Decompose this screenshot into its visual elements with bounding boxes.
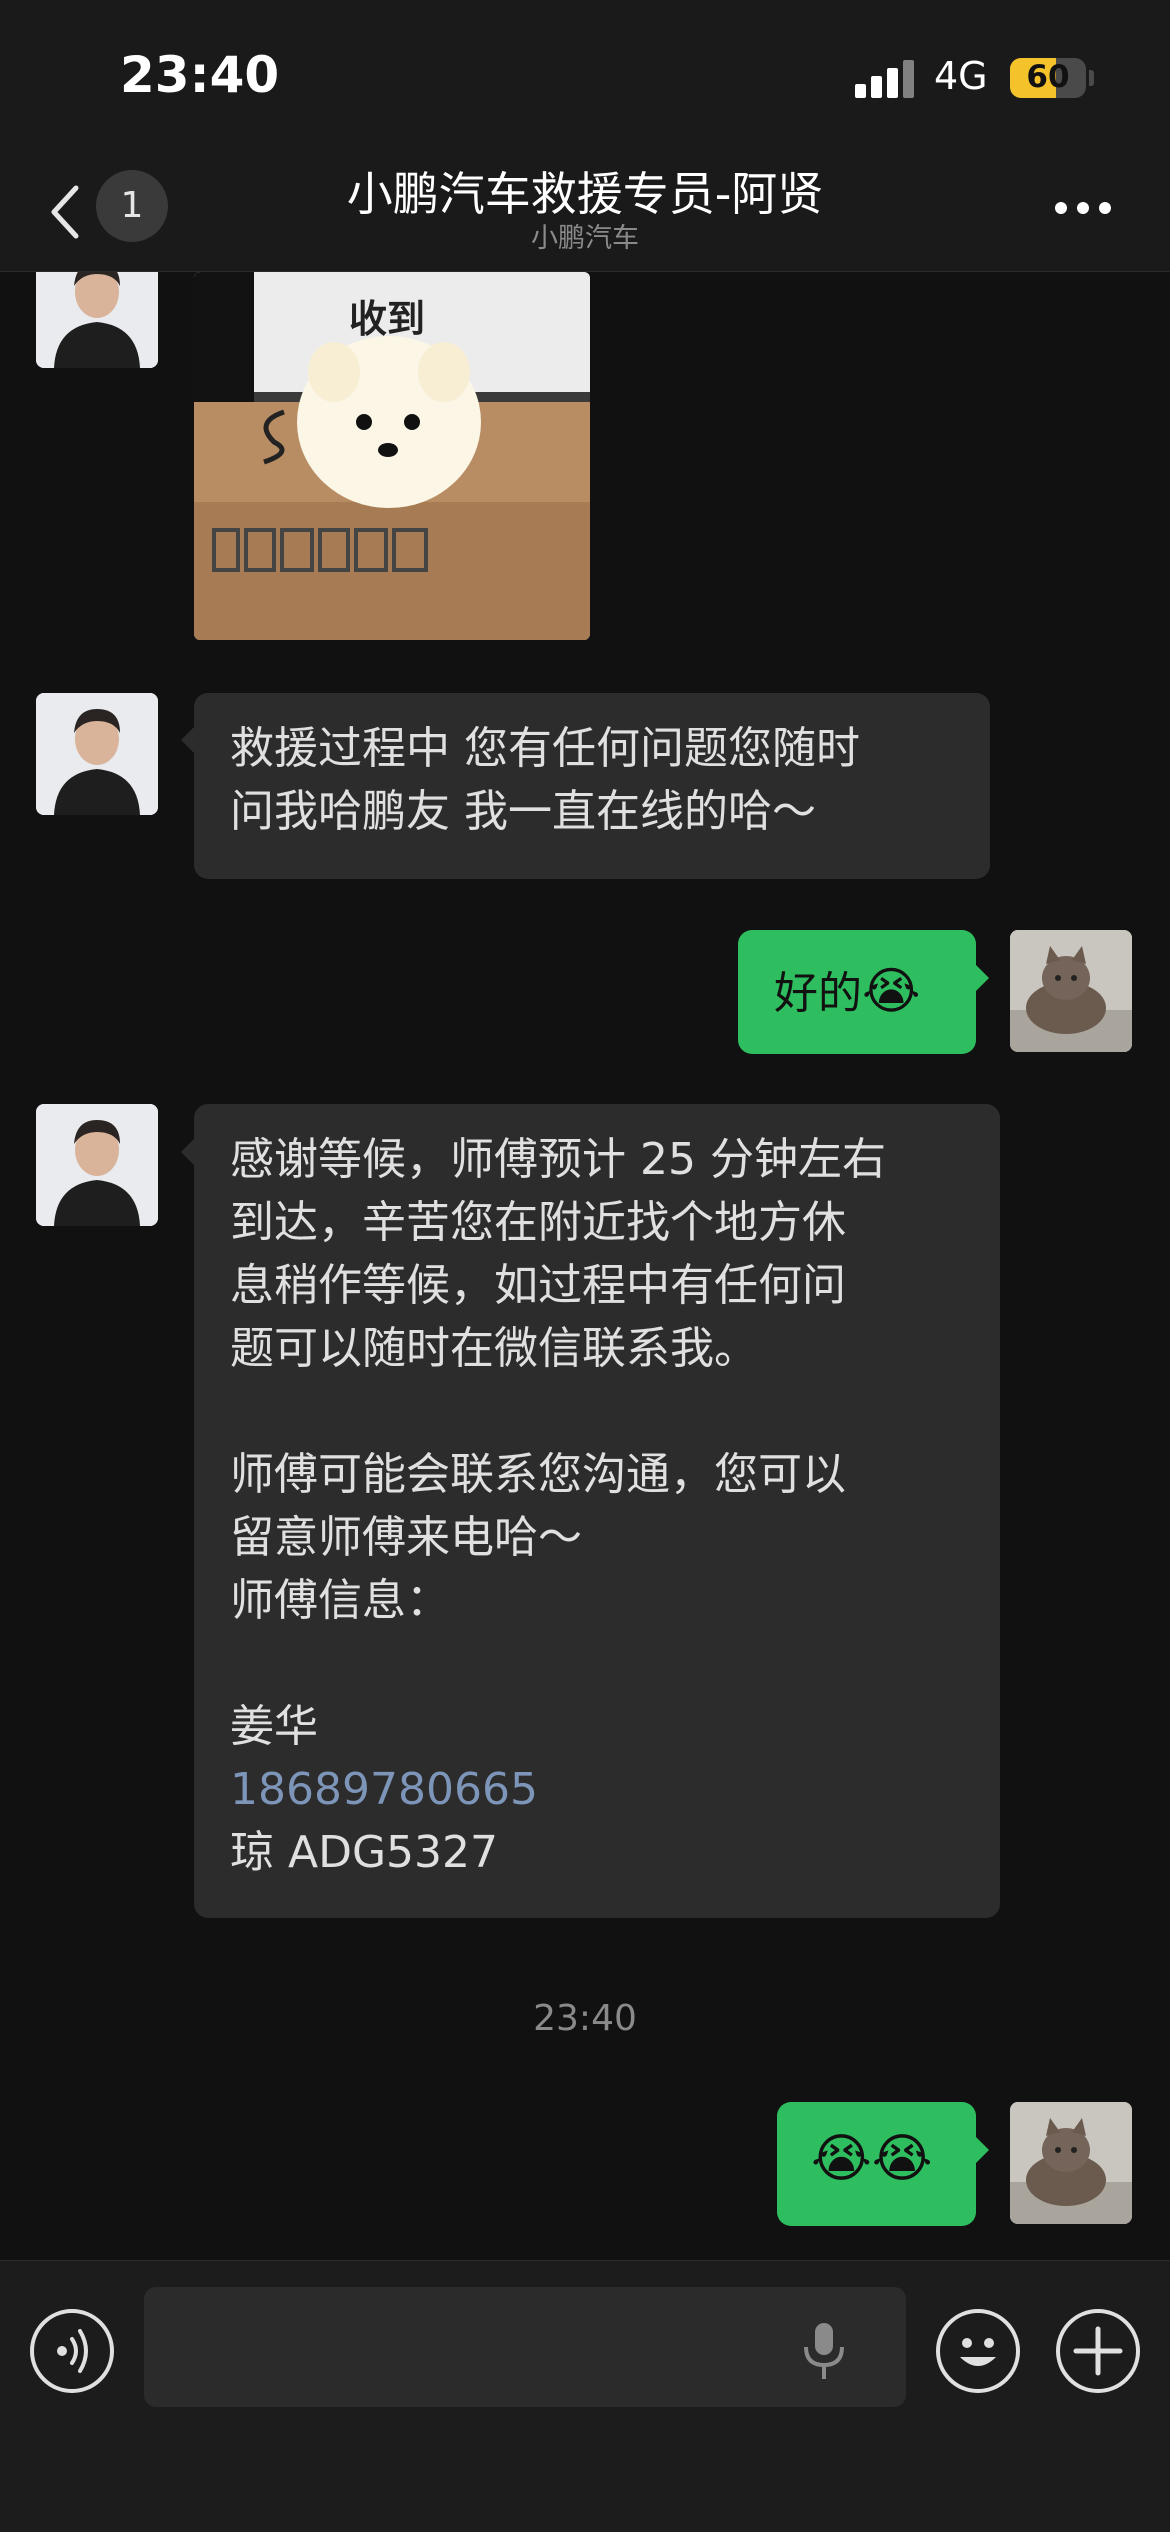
person-avatar-image — [36, 1104, 158, 1226]
phone-number-link[interactable]: 18689780665 — [230, 1758, 964, 1821]
sticker-caption: 收到 — [349, 297, 425, 341]
plus-icon[interactable] — [1056, 2309, 1140, 2393]
agent-avatar[interactable] — [36, 693, 158, 815]
chat-header: 1 小鹏汽车救援专员-阿贤 小鹏汽车 — [0, 150, 1170, 272]
message-text: 师傅信息： — [230, 1575, 450, 1626]
message-text: 救援过程中 您有任何问题您随时 — [230, 723, 860, 774]
my-avatar[interactable] — [1010, 2102, 1132, 2224]
message-text — [230, 1380, 964, 1443]
status-time: 23:40 — [120, 46, 280, 104]
mic-icon[interactable] — [796, 2319, 852, 2383]
message-input[interactable] — [144, 2287, 906, 2407]
voice-icon[interactable] — [30, 2309, 114, 2393]
voice-wave-icon — [57, 2329, 88, 2373]
message-text: 题可以随时在微信联系我。 — [230, 1323, 758, 1374]
my-avatar[interactable] — [1010, 930, 1132, 1052]
network-type: 4G — [934, 54, 988, 98]
bubble-tail — [975, 2136, 989, 2164]
message-text: 姜华 — [230, 1701, 318, 1752]
message-text: 息稍作等候，如过程中有任何问 — [230, 1260, 846, 1311]
emoji-icon[interactable] — [936, 2309, 1020, 2393]
bubble-tail — [181, 726, 195, 754]
battery-level: 60 — [1026, 59, 1070, 95]
crying-emoji: 😭 — [862, 962, 921, 1020]
message-timestamp: 23:40 — [533, 1998, 637, 2039]
input-bar — [0, 2260, 1170, 2532]
status-bar: 23:40 4G 60 — [0, 0, 1170, 150]
cat-avatar-image — [1010, 930, 1132, 1052]
message-bubble[interactable]: 感谢等候，师傅预计 25 分钟左右 到达，辛苦您在附近找个地方休 息稍作等候，如… — [194, 1104, 1000, 1918]
signal-icon — [855, 60, 915, 98]
agent-avatar[interactable] — [36, 272, 158, 368]
bubble-tail — [975, 964, 989, 992]
crying-emoji: 😭😭 — [811, 2129, 933, 2189]
chat-subtitle: 小鹏汽车 — [531, 223, 639, 254]
battery-icon: 60 — [1010, 58, 1086, 98]
message-text — [230, 1632, 964, 1695]
message-text: 好的 — [774, 968, 862, 1019]
message-text: 师傅可能会联系您沟通，您可以 — [230, 1449, 846, 1500]
sticker-message[interactable]: 收到 — [194, 272, 590, 640]
message-list[interactable]: 收到 救援过程中 您有任何问题您随时 问我哈鹏友 我一直在线的哈～ 好的😭 感谢… — [0, 272, 1170, 2260]
message-text: 问我哈鹏友 我一直在线的哈～ — [230, 786, 816, 837]
agent-avatar[interactable] — [36, 1104, 158, 1226]
license-plate: 琼 ADG5327 — [230, 1827, 499, 1878]
plus-symbol-icon — [1073, 2326, 1123, 2376]
message-bubble[interactable]: 救援过程中 您有任何问题您随时 问我哈鹏友 我一直在线的哈～ — [194, 693, 990, 879]
dog-sticker-image: 收到 — [194, 272, 590, 640]
person-avatar-image — [36, 272, 158, 368]
message-bubble[interactable]: 好的😭 — [738, 930, 976, 1054]
bubble-tail — [181, 1138, 195, 1166]
message-text: 感谢等候，师傅预计 25 分钟左右 — [230, 1134, 886, 1185]
chat-title: 小鹏汽车救援专员-阿贤 — [346, 167, 824, 221]
message-bubble[interactable]: 😭😭 — [777, 2102, 976, 2226]
cat-avatar-image — [1010, 2102, 1132, 2224]
smile-icon — [960, 2338, 996, 2366]
message-text: 留意师傅来电哈～ — [230, 1512, 582, 1563]
battery-nub — [1089, 70, 1094, 86]
message-text: 到达，辛苦您在附近找个地方休 — [230, 1197, 846, 1248]
more-icon[interactable] — [1055, 202, 1115, 216]
person-avatar-image — [36, 693, 158, 815]
